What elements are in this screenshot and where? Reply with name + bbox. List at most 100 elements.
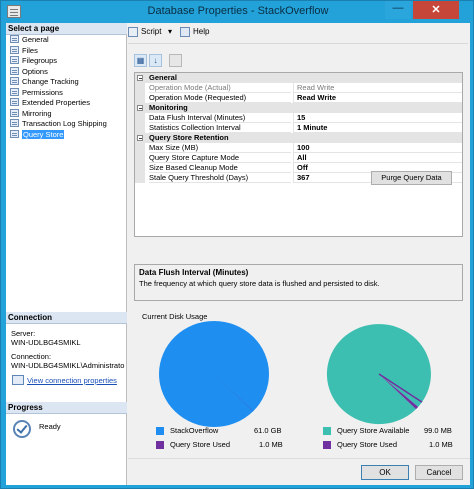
sidebar-item-label: Options	[22, 66, 48, 76]
property-category[interactable]: Monitoring	[135, 103, 462, 113]
pie-slice	[326, 324, 431, 425]
purge-query-data-button[interactable]: Purge Query Data	[371, 171, 452, 185]
minimize-button[interactable]: —	[385, 1, 411, 19]
sidebar-item[interactable]: Transaction Log Shipping	[6, 119, 127, 130]
property-row[interactable]: Data Flush Interval (Minutes) 15	[135, 113, 462, 123]
categorized-view-button[interactable]: ▦	[134, 54, 147, 67]
left-pane: Select a page General Files Filegroups Opti…	[6, 23, 127, 485]
property-value[interactable]: 1 Minute	[293, 123, 462, 133]
sidebar-item-label: Files	[22, 45, 38, 55]
connection-properties-icon	[12, 375, 24, 385]
script-button[interactable]: Script	[141, 27, 161, 36]
close-button[interactable]: ✕	[413, 1, 459, 19]
collapse-icon[interactable]	[137, 75, 143, 81]
legend-value: 61.0 GB	[254, 426, 282, 435]
property-value: Read Write	[293, 83, 462, 93]
legend-swatch	[156, 427, 164, 435]
title-bar[interactable]: Database Properties - StackOverflow — ✕	[1, 1, 473, 23]
collapse-icon[interactable]	[137, 105, 143, 111]
page-icon	[10, 119, 19, 127]
sidebar-item-label: Filegroups	[22, 56, 58, 65]
category-label: Query Store Retention	[149, 133, 229, 142]
help-button[interactable]: Help	[193, 27, 209, 36]
property-category[interactable]: Query Store Retention	[135, 133, 462, 143]
property-row[interactable]: Max Size (MB) 100	[135, 143, 462, 153]
property-row[interactable]: Operation Mode (Requested) Read Write	[135, 93, 462, 103]
collapse-icon[interactable]	[137, 135, 143, 141]
page-list: General Files Filegroups Options Change Trac…	[6, 35, 127, 140]
property-name: Stale Query Threshold (Days)	[149, 173, 291, 183]
server-value: WIN-UDLBG4SMIKL	[11, 338, 81, 347]
dialog-footer: OK Cancel	[128, 458, 470, 485]
sidebar-item-label: Permissions	[22, 87, 63, 97]
legend-database-size: StackOverflow 61.0 GB	[156, 426, 301, 436]
help-icon	[180, 27, 190, 37]
property-value[interactable]: Read Write	[293, 93, 462, 103]
category-label: Monitoring	[149, 103, 188, 112]
ok-button[interactable]: OK	[361, 465, 409, 480]
dialog-client-area: Select a page General Files Filegroups Opti…	[6, 23, 470, 485]
legend-swatch	[156, 441, 164, 449]
legend-label: StackOverflow	[170, 426, 219, 435]
page-icon	[10, 45, 19, 54]
dialog-window: Database Properties - StackOverflow — ✕ …	[0, 0, 474, 489]
property-name: Data Flush Interval (Minutes)	[149, 113, 291, 123]
right-pane: Script ▾ Help ▦ ↓ General Operation Mode …	[128, 23, 470, 458]
select-page-header: Select a page	[6, 23, 127, 35]
sidebar-item-label: Query Store	[22, 129, 65, 139]
cancel-button[interactable]: Cancel	[415, 465, 463, 480]
property-name: Operation Mode (Actual)	[149, 83, 291, 93]
alphabetical-sort-button[interactable]: ↓	[149, 54, 162, 67]
page-icon	[10, 66, 19, 75]
legend-label: Query Store Available	[337, 426, 410, 435]
sidebar-item[interactable]: General	[6, 35, 127, 46]
page-icon	[10, 56, 19, 64]
property-value[interactable]: 100	[293, 143, 462, 153]
page-icon	[10, 35, 19, 43]
row-margin	[135, 123, 145, 133]
page-icon	[10, 108, 19, 117]
progress-status: Ready	[39, 422, 61, 431]
sidebar-item[interactable]: Extended Properties	[6, 98, 127, 109]
property-name: Query Store Capture Mode	[149, 153, 291, 163]
property-category[interactable]: General	[135, 73, 462, 83]
sidebar-item-label: Extended Properties	[22, 98, 90, 107]
description-text: The frequency at which query store data …	[139, 279, 380, 288]
property-row[interactable]: Operation Mode (Actual) Read Write	[135, 83, 462, 93]
category-label: General	[149, 73, 177, 82]
connection-value: WIN-UDLBG4SMIKL\Administrato	[11, 361, 125, 370]
legend-value: 1.0 MB	[429, 440, 453, 449]
property-pages-button[interactable]	[169, 54, 182, 67]
row-margin	[135, 113, 145, 123]
legend-value: 1.0 MB	[259, 440, 283, 449]
legend-label: Query Store Used	[170, 440, 231, 449]
disk-usage-panel: Current Disk Usage StackOverflow 61.0 GB…	[134, 305, 463, 455]
toolbar: Script ▾ Help	[128, 23, 470, 43]
sidebar-item[interactable]: Options	[6, 66, 127, 78]
page-icon	[10, 87, 19, 96]
property-name: Max Size (MB)	[149, 143, 291, 153]
server-label: Server:	[11, 329, 36, 338]
row-margin	[135, 153, 145, 163]
view-connection-properties-link[interactable]: View connection properties	[27, 376, 117, 385]
script-dropdown-arrow[interactable]: ▾	[168, 27, 172, 36]
sidebar-item-label: Mirroring	[22, 108, 52, 118]
property-name: Size Based Cleanup Mode	[149, 163, 291, 173]
legend-swatch	[323, 441, 331, 449]
sidebar-item[interactable]: Filegroups	[6, 56, 127, 67]
property-value[interactable]: 15	[293, 113, 462, 123]
property-value[interactable]: All	[293, 153, 462, 163]
legend-query-store-available: Query Store Available 99.0 MB	[323, 426, 463, 436]
property-row[interactable]: Query Store Capture Mode All	[135, 153, 462, 163]
sidebar-item[interactable]: Permissions	[6, 87, 127, 99]
property-row[interactable]: Statistics Collection Interval 1 Minute	[135, 123, 462, 133]
sidebar-item[interactable]: Files	[6, 45, 127, 57]
sidebar-item[interactable]: Mirroring	[6, 108, 127, 120]
row-margin	[135, 143, 145, 153]
row-margin	[135, 163, 145, 173]
description-panel: Data Flush Interval (Minutes) The freque…	[134, 264, 463, 301]
sidebar-item[interactable]: Change Tracking	[6, 77, 127, 88]
sidebar-item[interactable]: Query Store	[6, 129, 127, 141]
property-name: Statistics Collection Interval	[149, 123, 291, 133]
legend-value: 99.0 MB	[424, 426, 452, 435]
